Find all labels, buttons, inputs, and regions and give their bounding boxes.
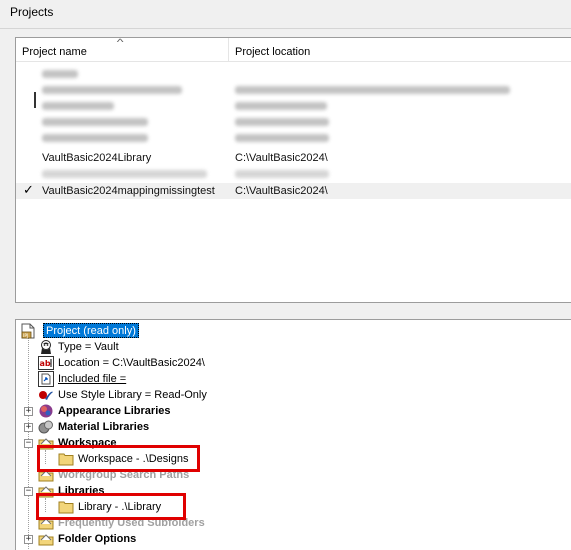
list-item-redacted[interactable] — [16, 82, 571, 98]
material-spheres-icon — [38, 420, 53, 434]
text-field-icon: ab — [38, 356, 54, 370]
sort-ascending-icon: ^ — [116, 37, 124, 47]
list-item[interactable]: VaultBasic2024Library C:\VaultBasic2024\ — [16, 150, 571, 166]
tree-item-label: Folder Options — [58, 533, 137, 545]
svg-text:ab: ab — [40, 359, 51, 368]
redacted-text — [42, 70, 78, 78]
redacted-text — [42, 118, 148, 126]
tree-item-type[interactable]: Type = Vault — [38, 339, 238, 355]
tree-item-label: Included file = — [58, 373, 127, 385]
tree-item-appearance-libraries[interactable]: Appearance Libraries — [38, 403, 258, 419]
tree-item-label: Material Libraries — [58, 421, 150, 433]
redacted-text — [235, 118, 329, 126]
list-item-active-project[interactable]: ✓ VaultBasic2024mappingmissingtest C:\Va… — [16, 182, 571, 199]
list-item-redacted[interactable] — [16, 66, 571, 82]
redacted-text — [235, 86, 510, 94]
project-file-icon: IPJ — [21, 323, 35, 339]
tree-item-style-library[interactable]: Use Style Library = Read-Only — [38, 387, 278, 403]
redacted-text — [235, 170, 329, 178]
dialog-title: Projects — [10, 5, 54, 19]
tree-item-included-file[interactable]: Included file = — [38, 371, 238, 387]
expand-toggle[interactable]: + — [24, 423, 33, 432]
tree-item-label: Appearance Libraries — [58, 405, 171, 417]
projects-list[interactable]: Project name ^ Project location VaultBas… — [15, 37, 571, 303]
tree-root-label: Project (read only) — [43, 323, 139, 338]
list-item-redacted[interactable] — [16, 166, 571, 182]
svg-text:IPJ: IPJ — [23, 333, 28, 339]
redacted-text — [235, 134, 329, 142]
list-item-redacted[interactable] — [16, 130, 571, 146]
redacted-text — [235, 102, 327, 110]
project-location: C:\VaultBasic2024\ — [235, 185, 328, 197]
folder-group-icon — [38, 534, 54, 546]
redacted-text — [42, 86, 182, 94]
list-item-redacted[interactable] — [16, 114, 571, 130]
tree-item-label: Location = C:\VaultBasic2024\ — [58, 357, 205, 369]
redacted-text — [42, 170, 207, 178]
checkmark-icon: ✓ — [23, 182, 34, 197]
vault-type-icon — [41, 340, 51, 354]
redacted-text — [42, 102, 114, 110]
expand-toggle[interactable]: + — [24, 407, 33, 416]
collapse-toggle[interactable]: − — [24, 439, 33, 448]
project-name: VaultBasic2024Library — [42, 152, 152, 164]
appearance-sphere-icon — [39, 404, 53, 418]
tree-root-project[interactable]: IPJ Project (read only) — [20, 323, 180, 339]
tree-item-label: Use Style Library = Read-Only — [58, 389, 207, 401]
tree-item-location[interactable]: ab Location = C:\VaultBasic2024\ — [38, 355, 258, 371]
included-file-icon — [38, 371, 54, 387]
list-header: Project name ^ Project location — [16, 37, 571, 62]
project-name: VaultBasic2024mappingmissingtest — [42, 185, 215, 197]
tree-item-material-libraries[interactable]: Material Libraries — [38, 419, 258, 435]
project-settings-tree[interactable]: IPJ Project (read only) Type = Vault ab … — [15, 319, 571, 550]
list-item-redacted[interactable] — [16, 98, 571, 114]
title-divider — [0, 28, 571, 29]
redacted-text — [42, 134, 148, 142]
highlight-box-library — [36, 493, 186, 520]
expand-toggle[interactable]: + — [24, 535, 33, 544]
tree-item-label: Type = Vault — [58, 341, 119, 353]
project-location: C:\VaultBasic2024\ — [235, 152, 328, 164]
collapse-toggle[interactable]: − — [24, 487, 33, 496]
column-header-project-location[interactable]: Project location — [229, 38, 571, 62]
tree-item-folder-options[interactable]: Folder Options — [38, 531, 238, 547]
style-library-icon — [39, 391, 53, 400]
highlight-box-workspace — [37, 445, 200, 472]
